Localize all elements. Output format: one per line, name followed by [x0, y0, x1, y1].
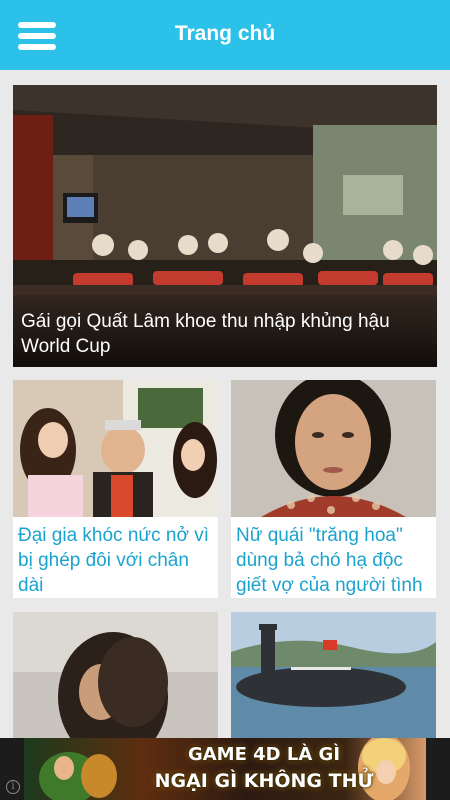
ad-banner[interactable]: GAME 4D LÀ GÌ NGẠI GÌ KHÔNG THỬ i — [0, 738, 450, 800]
top-app-bar: Trang chủ — [0, 0, 450, 70]
article-card[interactable] — [13, 612, 218, 738]
page-title: Trang chủ — [174, 22, 276, 45]
article-thumbnail — [13, 612, 218, 738]
ad-headline: GAME 4D LÀ GÌ — [187, 744, 341, 765]
featured-article[interactable]: Gái gọi Quất Lâm khoe thu nhập khủng hậu… — [13, 85, 437, 367]
article-thumbnail — [231, 612, 436, 738]
featured-article-title[interactable]: Gái gọi Quất Lâm khoe thu nhập khủng hậu… — [13, 295, 437, 367]
article-thumbnail — [13, 380, 218, 517]
article-card[interactable]: Nữ quái "trăng hoa" dùng bả chó hạ độc g… — [231, 380, 436, 598]
ad-subline: NGẠI GÌ KHÔNG THỬ — [154, 770, 374, 792]
article-thumbnail — [231, 380, 436, 517]
article-title[interactable]: Nữ quái "trăng hoa" dùng bả chó hạ độc g… — [231, 517, 436, 598]
article-card[interactable] — [231, 612, 436, 738]
ad-banner-image[interactable]: GAME 4D LÀ GÌ NGẠI GÌ KHÔNG THỬ — [24, 738, 426, 800]
info-icon[interactable]: i — [6, 780, 20, 794]
article-title[interactable]: Đại gia khóc nức nở vì bị ghép đôi với c… — [13, 517, 218, 598]
article-card[interactable]: Đại gia khóc nức nở vì bị ghép đôi với c… — [13, 380, 218, 598]
